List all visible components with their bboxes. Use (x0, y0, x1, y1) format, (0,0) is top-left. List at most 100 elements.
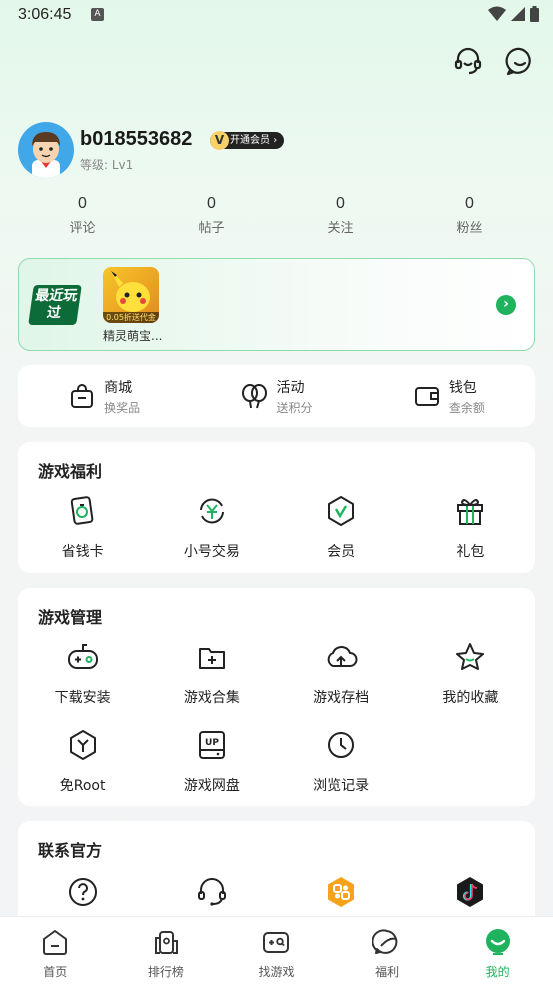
grid-label: 游戏网盘 (183, 778, 240, 794)
nav-find-game[interactable]: 找游戏 (221, 917, 332, 984)
weibo-hex-icon (328, 877, 355, 907)
browse-history-item[interactable]: 浏览记录 (277, 728, 406, 795)
cloud-disk-item[interactable]: UP 游戏网盘 (147, 728, 276, 795)
cloud-upload-icon (327, 646, 358, 667)
grid-label: 礼包 (456, 544, 485, 560)
stat-value: 0 (207, 195, 216, 212)
message-icon[interactable] (505, 46, 535, 76)
stat-value: 0 (465, 195, 474, 212)
game-save-item[interactable]: 游戏存档 (277, 640, 406, 707)
vip-item[interactable]: 会员 (277, 494, 406, 561)
shopping-bag-icon (71, 384, 94, 408)
stat-posts[interactable]: 0 帖子 (147, 195, 276, 239)
star-icon (456, 643, 485, 670)
user-stats: 0 评论 0 帖子 0 关注 0 粉丝 (18, 195, 534, 239)
grid-label: 下载安装 (54, 690, 111, 706)
game-discount-tag: 0.05折送代金 (103, 312, 159, 323)
game-collection-item[interactable]: 游戏合集 (147, 640, 276, 707)
money-card-icon (70, 496, 93, 525)
nav-label: 福利 (375, 965, 400, 979)
welfare-icon (371, 929, 398, 954)
vip-shield-icon (328, 496, 355, 526)
nav-welfare[interactable]: 福利 (332, 917, 443, 984)
grid-label: 免Root (59, 778, 106, 794)
up-disk-icon: UP (198, 731, 225, 759)
manage-grid-row-2: 免Root UP 游戏网盘 浏览记录 (18, 728, 535, 795)
me-icon (485, 929, 510, 955)
money-card-item[interactable]: 省钱卡 (18, 494, 147, 561)
question-icon (68, 878, 97, 906)
bottom-navigation: 首页 排行榜 找游戏 福利 我的 (0, 916, 553, 984)
profile-header[interactable]: b018553682 V 开通会员 › 等级: Lv1 (18, 122, 538, 182)
clock-icon (328, 732, 355, 758)
svg-text:UP: UP (205, 738, 219, 748)
shop-title: 商城 (104, 379, 133, 396)
stat-fans[interactable]: 0 粉丝 (405, 195, 534, 239)
tiktok-item[interactable] (406, 875, 535, 913)
grid-label: 我的收藏 (442, 690, 499, 706)
vip-label: 开通会员 (230, 135, 270, 146)
recent-game-item[interactable]: 0.05折送代金 精灵萌宝... (103, 267, 163, 344)
chevron-right-icon[interactable]: › (496, 295, 516, 315)
stat-comments[interactable]: 0 评论 (18, 195, 147, 239)
activity-link[interactable]: 活动 送积分 (190, 365, 362, 427)
username: b018553682 (80, 128, 193, 150)
status-time: 3:06:45 (18, 6, 72, 23)
help-item[interactable] (18, 875, 147, 913)
open-vip-button[interactable]: V 开通会员 › (210, 131, 285, 150)
customer-service-icon[interactable] (453, 46, 483, 76)
vip-v-icon: V (210, 131, 229, 150)
stat-following[interactable]: 0 关注 (276, 195, 405, 239)
avatar[interactable] (18, 122, 74, 178)
wallet-sub: 查余额 (448, 400, 485, 415)
recently-played-logo: 最近玩过 (28, 285, 82, 325)
grid-label: 小号交易 (183, 544, 240, 560)
quick-links-card: 商城 换奖品 活动 送积分 钱包 查余额 (18, 365, 535, 427)
notification-a-icon: A (91, 8, 104, 21)
status-bar: 3:06:45 A (0, 0, 553, 30)
welfare-grid: 省钱卡 小号交易 会员 礼包 (18, 494, 535, 561)
home-icon (43, 930, 68, 955)
section-title: 游戏福利 (38, 462, 103, 481)
wallet-icon (414, 387, 439, 406)
manage-grid-row-1: 下载安装 游戏合集 游戏存档 我的收藏 (18, 640, 535, 707)
qq-group-item[interactable] (277, 875, 406, 913)
download-install-item[interactable]: 下载安装 (18, 640, 147, 707)
section-title: 联系官方 (38, 841, 103, 860)
stat-value: 0 (78, 195, 87, 212)
grid-label: 浏览记录 (313, 778, 370, 794)
game-thumbnail: 0.05折送代金 (103, 267, 159, 323)
signal-icon (511, 7, 525, 21)
stat-label: 帖子 (198, 221, 225, 236)
nav-label: 排行榜 (147, 965, 184, 979)
nav-ranking[interactable]: 排行榜 (111, 917, 222, 984)
game-management-section: 游戏管理 下载安装 游戏合集 游戏存档 我的收藏 免Root UP 游戏网盘 浏… (18, 588, 535, 806)
tiktok-icon (457, 877, 484, 907)
favorites-item[interactable]: 我的收藏 (406, 640, 535, 707)
grid-label: 省钱卡 (61, 544, 104, 560)
nav-me[interactable]: 我的 (442, 917, 553, 984)
nav-home[interactable]: 首页 (0, 917, 111, 984)
stat-label: 关注 (327, 221, 354, 236)
ranking-icon (154, 931, 178, 954)
shop-link[interactable]: 商城 换奖品 (18, 365, 190, 427)
no-root-item[interactable]: 免Root (18, 728, 147, 795)
grid-label: 游戏合集 (183, 690, 240, 706)
gamepad-icon (67, 644, 98, 669)
top-actions (453, 46, 535, 76)
user-level: 等级: Lv1 (80, 158, 134, 172)
recently-played-card[interactable]: 最近玩过 0.05折送代金 精灵萌宝... › (18, 258, 535, 351)
headset-icon (197, 878, 226, 906)
chevron-right-icon: › (273, 135, 278, 146)
yuan-exchange-icon (199, 498, 224, 524)
stat-value: 0 (336, 195, 345, 212)
game-welfare-section: 游戏福利 省钱卡 小号交易 会员 礼包 (18, 442, 535, 573)
support-item[interactable] (147, 875, 276, 913)
account-trade-item[interactable]: 小号交易 (147, 494, 276, 561)
battery-icon (530, 6, 539, 22)
nav-label: 首页 (43, 965, 68, 979)
stat-label: 评论 (69, 221, 96, 236)
root-hex-icon (69, 730, 96, 760)
gift-pack-item[interactable]: 礼包 (406, 494, 535, 561)
wallet-link[interactable]: 钱包 查余额 (363, 365, 535, 427)
